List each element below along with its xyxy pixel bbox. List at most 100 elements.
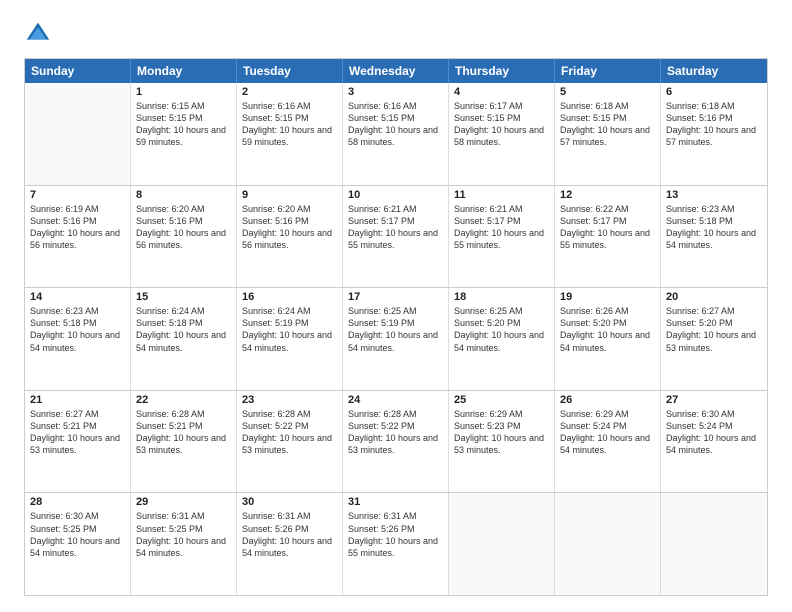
day-number: 31 <box>348 496 443 508</box>
day-number: 23 <box>242 394 337 406</box>
day-cell: 2 Sunrise: 6:16 AMSunset: 5:15 PMDaylight… <box>237 83 343 185</box>
day-number: 15 <box>136 291 231 303</box>
day-info: Sunrise: 6:31 AMSunset: 5:26 PMDaylight:… <box>242 510 337 559</box>
day-info: Sunrise: 6:27 AMSunset: 5:20 PMDaylight:… <box>666 305 762 354</box>
day-number: 24 <box>348 394 443 406</box>
col-header-wednesday: Wednesday <box>343 59 449 83</box>
day-info: Sunrise: 6:27 AMSunset: 5:21 PMDaylight:… <box>30 408 125 457</box>
day-info: Sunrise: 6:29 AMSunset: 5:23 PMDaylight:… <box>454 408 549 457</box>
day-number: 22 <box>136 394 231 406</box>
col-header-sunday: Sunday <box>25 59 131 83</box>
day-cell: 8 Sunrise: 6:20 AMSunset: 5:16 PMDaylight… <box>131 186 237 288</box>
day-cell: 29 Sunrise: 6:31 AMSunset: 5:25 PMDayligh… <box>131 493 237 595</box>
day-cell: 9 Sunrise: 6:20 AMSunset: 5:16 PMDaylight… <box>237 186 343 288</box>
day-info: Sunrise: 6:21 AMSunset: 5:17 PMDaylight:… <box>454 203 549 252</box>
day-cell: 4 Sunrise: 6:17 AMSunset: 5:15 PMDaylight… <box>449 83 555 185</box>
col-header-tuesday: Tuesday <box>237 59 343 83</box>
day-cell: 23 Sunrise: 6:28 AMSunset: 5:22 PMDayligh… <box>237 391 343 493</box>
day-cell: 22 Sunrise: 6:28 AMSunset: 5:21 PMDayligh… <box>131 391 237 493</box>
day-cell: 21Sunrise: 6:27 AMSunset: 5:21 PMDayligh… <box>25 391 131 493</box>
day-info: Sunrise: 6:22 AMSunset: 5:17 PMDaylight:… <box>560 203 655 252</box>
day-number: 9 <box>242 189 337 201</box>
day-cell <box>449 493 555 595</box>
day-info: Sunrise: 6:25 AMSunset: 5:20 PMDaylight:… <box>454 305 549 354</box>
day-cell: 10Sunrise: 6:21 AMSunset: 5:17 PMDayligh… <box>343 186 449 288</box>
day-info: Sunrise: 6:21 AMSunset: 5:17 PMDaylight:… <box>348 203 443 252</box>
day-number: 27 <box>666 394 762 406</box>
day-number: 2 <box>242 86 337 98</box>
day-info: Sunrise: 6:17 AMSunset: 5:15 PMDaylight:… <box>454 100 549 149</box>
day-cell: 24 Sunrise: 6:28 AMSunset: 5:22 PMDayligh… <box>343 391 449 493</box>
day-number: 3 <box>348 86 443 98</box>
day-info: Sunrise: 6:20 AMSunset: 5:16 PMDaylight:… <box>136 203 231 252</box>
col-header-thursday: Thursday <box>449 59 555 83</box>
day-number: 1 <box>136 86 231 98</box>
day-number: 16 <box>242 291 337 303</box>
day-info: Sunrise: 6:25 AMSunset: 5:19 PMDaylight:… <box>348 305 443 354</box>
day-number: 20 <box>666 291 762 303</box>
day-number: 18 <box>454 291 549 303</box>
day-info: Sunrise: 6:16 AMSunset: 5:15 PMDaylight:… <box>242 100 337 149</box>
day-number: 14 <box>30 291 125 303</box>
week-row-5: 28 Sunrise: 6:30 AMSunset: 5:25 PMDayligh… <box>25 492 767 595</box>
calendar-body: 1 Sunrise: 6:15 AMSunset: 5:15 PMDaylight… <box>25 83 767 595</box>
day-cell: 15 Sunrise: 6:24 AMSunset: 5:18 PMDayligh… <box>131 288 237 390</box>
day-number: 4 <box>454 86 549 98</box>
day-number: 28 <box>30 496 125 508</box>
day-number: 8 <box>136 189 231 201</box>
day-info: Sunrise: 6:28 AMSunset: 5:21 PMDaylight:… <box>136 408 231 457</box>
day-info: Sunrise: 6:18 AMSunset: 5:15 PMDaylight:… <box>560 100 655 149</box>
day-info: Sunrise: 6:15 AMSunset: 5:15 PMDaylight:… <box>136 100 231 149</box>
day-cell <box>661 493 767 595</box>
day-cell: 25 Sunrise: 6:29 AMSunset: 5:23 PMDayligh… <box>449 391 555 493</box>
day-info: Sunrise: 6:24 AMSunset: 5:19 PMDaylight:… <box>242 305 337 354</box>
day-number: 17 <box>348 291 443 303</box>
day-cell: 14 Sunrise: 6:23 AMSunset: 5:18 PMDayligh… <box>25 288 131 390</box>
week-row-3: 14 Sunrise: 6:23 AMSunset: 5:18 PMDayligh… <box>25 287 767 390</box>
day-info: Sunrise: 6:23 AMSunset: 5:18 PMDaylight:… <box>30 305 125 354</box>
day-cell: 17 Sunrise: 6:25 AMSunset: 5:19 PMDayligh… <box>343 288 449 390</box>
day-cell: 1 Sunrise: 6:15 AMSunset: 5:15 PMDaylight… <box>131 83 237 185</box>
day-cell: 7Sunrise: 6:19 AMSunset: 5:16 PMDaylight… <box>25 186 131 288</box>
day-info: Sunrise: 6:26 AMSunset: 5:20 PMDaylight:… <box>560 305 655 354</box>
day-number: 26 <box>560 394 655 406</box>
day-number: 11 <box>454 189 549 201</box>
day-cell <box>25 83 131 185</box>
day-info: Sunrise: 6:30 AMSunset: 5:25 PMDaylight:… <box>30 510 125 559</box>
day-number: 29 <box>136 496 231 508</box>
day-info: Sunrise: 6:24 AMSunset: 5:18 PMDaylight:… <box>136 305 231 354</box>
calendar: SundayMondayTuesdayWednesdayThursdayFrid… <box>24 58 768 596</box>
day-info: Sunrise: 6:20 AMSunset: 5:16 PMDaylight:… <box>242 203 337 252</box>
day-cell: 30Sunrise: 6:31 AMSunset: 5:26 PMDayligh… <box>237 493 343 595</box>
logo-icon <box>24 20 52 48</box>
day-info: Sunrise: 6:31 AMSunset: 5:26 PMDaylight:… <box>348 510 443 559</box>
day-number: 13 <box>666 189 762 201</box>
day-cell: 13 Sunrise: 6:23 AMSunset: 5:18 PMDayligh… <box>661 186 767 288</box>
day-number: 19 <box>560 291 655 303</box>
day-cell: 3 Sunrise: 6:16 AMSunset: 5:15 PMDaylight… <box>343 83 449 185</box>
day-cell: 19 Sunrise: 6:26 AMSunset: 5:20 PMDayligh… <box>555 288 661 390</box>
day-cell: 5 Sunrise: 6:18 AMSunset: 5:15 PMDaylight… <box>555 83 661 185</box>
day-cell: 26Sunrise: 6:29 AMSunset: 5:24 PMDayligh… <box>555 391 661 493</box>
day-info: Sunrise: 6:19 AMSunset: 5:16 PMDaylight:… <box>30 203 125 252</box>
day-info: Sunrise: 6:23 AMSunset: 5:18 PMDaylight:… <box>666 203 762 252</box>
day-number: 5 <box>560 86 655 98</box>
day-info: Sunrise: 6:31 AMSunset: 5:25 PMDaylight:… <box>136 510 231 559</box>
day-cell: 27 Sunrise: 6:30 AMSunset: 5:24 PMDayligh… <box>661 391 767 493</box>
calendar-header: SundayMondayTuesdayWednesdayThursdayFrid… <box>25 59 767 83</box>
day-info: Sunrise: 6:28 AMSunset: 5:22 PMDaylight:… <box>348 408 443 457</box>
day-info: Sunrise: 6:30 AMSunset: 5:24 PMDaylight:… <box>666 408 762 457</box>
week-row-1: 1 Sunrise: 6:15 AMSunset: 5:15 PMDaylight… <box>25 83 767 185</box>
day-cell: 31 Sunrise: 6:31 AMSunset: 5:26 PMDayligh… <box>343 493 449 595</box>
day-info: Sunrise: 6:28 AMSunset: 5:22 PMDaylight:… <box>242 408 337 457</box>
logo <box>24 20 56 48</box>
col-header-saturday: Saturday <box>661 59 767 83</box>
day-cell: 16 Sunrise: 6:24 AMSunset: 5:19 PMDayligh… <box>237 288 343 390</box>
page: SundayMondayTuesdayWednesdayThursdayFrid… <box>0 0 792 612</box>
day-cell <box>555 493 661 595</box>
day-number: 25 <box>454 394 549 406</box>
day-cell: 11 Sunrise: 6:21 AMSunset: 5:17 PMDayligh… <box>449 186 555 288</box>
day-number: 12 <box>560 189 655 201</box>
day-info: Sunrise: 6:16 AMSunset: 5:15 PMDaylight:… <box>348 100 443 149</box>
col-header-monday: Monday <box>131 59 237 83</box>
